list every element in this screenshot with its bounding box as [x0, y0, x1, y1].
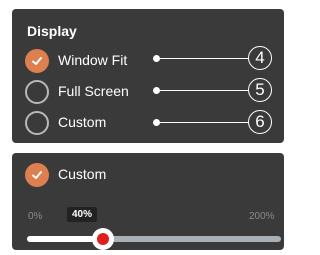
slider-value-badge: 40%: [67, 207, 98, 222]
option-window-fit[interactable]: Window Fit: [25, 48, 275, 74]
radio-custom-selected[interactable]: [25, 163, 49, 187]
callout-line: [158, 122, 248, 123]
option-custom[interactable]: Custom: [25, 110, 275, 136]
callout-line: [158, 58, 248, 59]
slider-min-label: 0%: [28, 211, 43, 222]
callout-number: 5: [248, 78, 272, 102]
option-label-custom-selected: Custom: [58, 166, 107, 182]
checkmark-icon: [32, 57, 42, 65]
slider-max-label: 200%: [249, 211, 275, 222]
option-label-custom: Custom: [58, 114, 107, 130]
option-label-full-screen: Full Screen: [58, 83, 129, 99]
display-heading: Display: [27, 23, 77, 39]
radio-window-fit[interactable]: [25, 49, 49, 73]
callout-number: 4: [248, 46, 272, 70]
zoom-slider-track[interactable]: [27, 236, 281, 242]
callout-line: [158, 90, 248, 91]
option-custom-selected[interactable]: Custom: [25, 162, 275, 188]
radio-full-screen[interactable]: [25, 80, 49, 104]
option-label-window-fit: Window Fit: [58, 52, 128, 68]
slider-thumb-indicator: [97, 233, 110, 245]
option-full-screen[interactable]: Full Screen: [25, 79, 275, 105]
radio-custom[interactable]: [25, 111, 49, 135]
checkmark-icon: [32, 171, 42, 179]
callout-number: 6: [248, 110, 272, 134]
